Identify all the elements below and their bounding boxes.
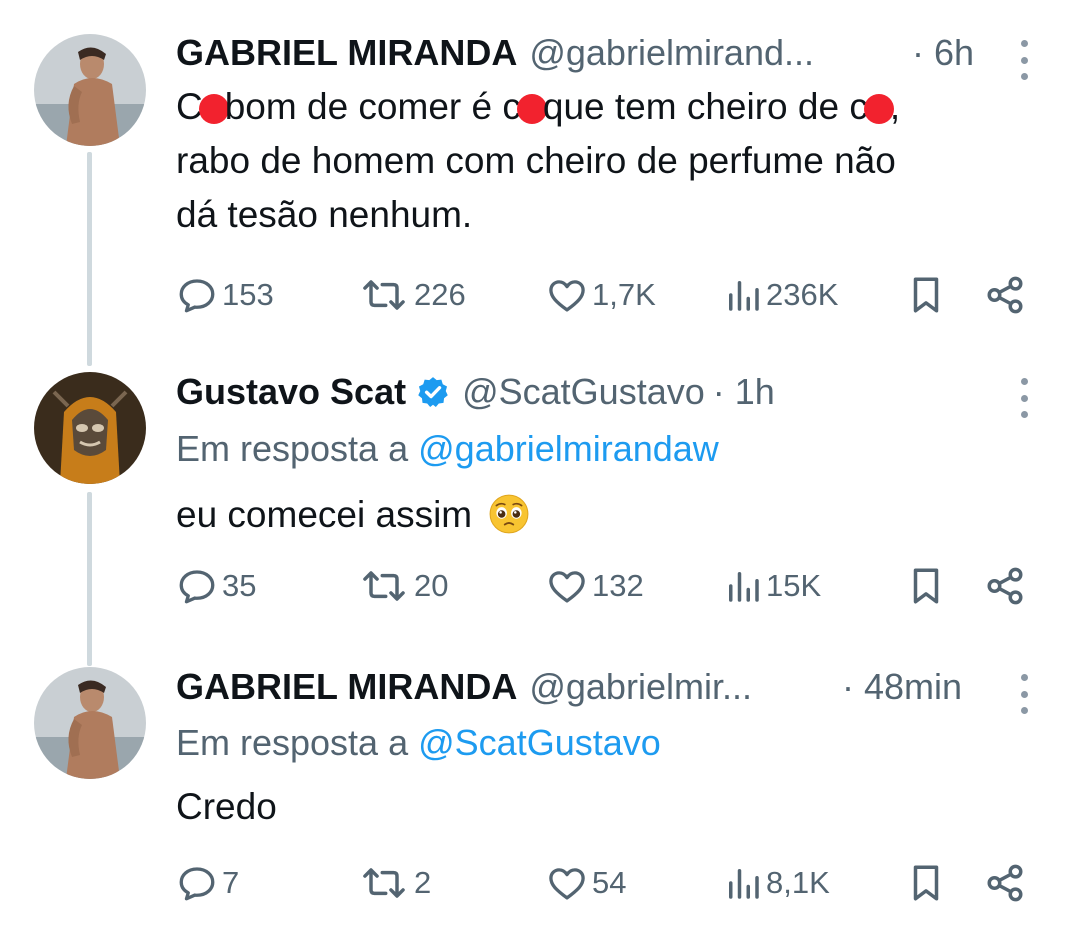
reply-context: Em resposta a @ScatGustavo bbox=[176, 722, 661, 763]
retweet-icon bbox=[363, 571, 405, 601]
reply-button[interactable]: 7 bbox=[176, 860, 239, 906]
thread-line bbox=[87, 336, 92, 366]
tweet-3[interactable]: GABRIEL MIRANDA @gabrielmir... · 48min E… bbox=[0, 636, 1080, 940]
bookmark-icon bbox=[913, 568, 939, 604]
views-button[interactable]: 15K bbox=[724, 563, 821, 609]
verified-badge-icon bbox=[418, 377, 448, 408]
retweet-icon bbox=[363, 280, 405, 310]
reply-icon bbox=[179, 867, 215, 901]
retweet-button[interactable]: 2 bbox=[358, 860, 431, 906]
like-button[interactable]: 132 bbox=[546, 563, 644, 609]
tweet-text: eu comecei assim bbox=[176, 488, 1006, 542]
reply-count: 35 bbox=[222, 568, 257, 603]
reply-count: 153 bbox=[222, 277, 274, 312]
retweet-button[interactable]: 20 bbox=[358, 563, 448, 609]
like-button[interactable]: 1,7K bbox=[546, 272, 656, 318]
reply-mention-link[interactable]: @gabrielmirandaw bbox=[418, 428, 719, 469]
reply-icon bbox=[179, 570, 215, 604]
user-handle[interactable]: @gabrielmir... bbox=[529, 666, 752, 708]
share-icon bbox=[987, 276, 1023, 314]
retweet-count: 20 bbox=[414, 568, 449, 603]
retweet-count: 226 bbox=[414, 277, 466, 312]
share-icon bbox=[987, 864, 1023, 902]
tweet-header: Gustavo Scat @ScatGustavo · 1h bbox=[176, 367, 775, 417]
retweet-icon bbox=[363, 868, 405, 898]
share-icon bbox=[987, 567, 1023, 605]
display-name[interactable]: GABRIEL MIRANDA bbox=[176, 32, 517, 74]
heart-icon bbox=[549, 571, 585, 603]
display-name[interactable]: Gustavo Scat bbox=[176, 371, 406, 413]
views-icon bbox=[729, 869, 759, 899]
tweet-time[interactable]: · 48min bbox=[842, 666, 962, 708]
more-options-icon[interactable] bbox=[1014, 378, 1034, 418]
tweet-time[interactable]: · 6h bbox=[912, 32, 974, 74]
thread-line bbox=[87, 152, 92, 362]
reply-context: Em resposta a @gabrielmirandaw bbox=[176, 428, 719, 469]
user-handle[interactable]: @ScatGustavo bbox=[462, 371, 705, 413]
like-count: 1,7K bbox=[592, 277, 656, 312]
tweet-time-wrap: · 48min bbox=[842, 662, 962, 712]
avatar[interactable] bbox=[34, 34, 146, 146]
views-count: 8,1K bbox=[766, 865, 830, 900]
tweet-time[interactable]: · 1h bbox=[713, 371, 775, 413]
reply-button[interactable]: 35 bbox=[176, 563, 256, 609]
avatar-photo-icon bbox=[34, 34, 146, 146]
bookmark-icon bbox=[913, 277, 939, 313]
views-count: 236K bbox=[766, 277, 839, 312]
reply-button[interactable]: 153 bbox=[176, 272, 274, 318]
more-options-icon[interactable] bbox=[1014, 40, 1034, 80]
action-bar: 153 226 1,7K 236K bbox=[176, 272, 1036, 318]
like-count: 132 bbox=[592, 568, 644, 603]
tweet-text: Credo bbox=[176, 786, 277, 827]
pleading-face-emoji-icon bbox=[489, 494, 529, 534]
action-bar: 7 2 54 8,1K bbox=[176, 860, 1036, 906]
tweet-header: GABRIEL MIRANDA @gabrielmirand... bbox=[176, 28, 814, 78]
reply-icon bbox=[179, 279, 215, 313]
avatar-photo-icon bbox=[34, 372, 146, 484]
like-count: 54 bbox=[592, 865, 627, 900]
heart-icon bbox=[549, 280, 585, 312]
user-handle[interactable]: @gabrielmirand... bbox=[529, 32, 814, 74]
thread-line bbox=[87, 636, 92, 666]
avatar[interactable] bbox=[34, 372, 146, 484]
avatar[interactable] bbox=[34, 667, 146, 779]
action-bar: 35 20 132 15K bbox=[176, 563, 1036, 609]
views-count: 15K bbox=[766, 568, 822, 603]
views-icon bbox=[729, 572, 759, 602]
bookmark-icon bbox=[913, 865, 939, 901]
tweet-1[interactable]: GABRIEL MIRANDA @gabrielmirand... · 6h C… bbox=[0, 0, 1080, 362]
reply-count: 7 bbox=[222, 865, 240, 900]
tweet-text: Cbom de comer é c que tem cheiro de c, ra… bbox=[176, 86, 901, 235]
like-button[interactable]: 54 bbox=[546, 860, 626, 906]
share-button[interactable] bbox=[984, 272, 1026, 318]
reply-mention-link[interactable]: @ScatGustavo bbox=[418, 722, 661, 763]
tweet-2[interactable]: Gustavo Scat @ScatGustavo · 1h Em respos… bbox=[0, 336, 1080, 662]
views-icon bbox=[729, 281, 759, 311]
tweet-header: GABRIEL MIRANDA @gabrielmir... bbox=[176, 662, 752, 712]
avatar-photo-icon bbox=[34, 667, 146, 779]
share-button[interactable] bbox=[984, 860, 1026, 906]
bookmark-button[interactable] bbox=[908, 860, 944, 906]
retweet-button[interactable]: 226 bbox=[358, 272, 466, 318]
views-button[interactable]: 236K bbox=[724, 272, 838, 318]
bookmark-button[interactable] bbox=[908, 272, 944, 318]
retweet-count: 2 bbox=[414, 865, 432, 900]
tweet-time-wrap: · 6h bbox=[912, 28, 974, 78]
bookmark-button[interactable] bbox=[908, 563, 944, 609]
display-name[interactable]: GABRIEL MIRANDA bbox=[176, 666, 517, 708]
share-button[interactable] bbox=[984, 563, 1026, 609]
more-options-icon[interactable] bbox=[1014, 674, 1034, 714]
heart-icon bbox=[549, 868, 585, 900]
views-button[interactable]: 8,1K bbox=[724, 860, 830, 906]
